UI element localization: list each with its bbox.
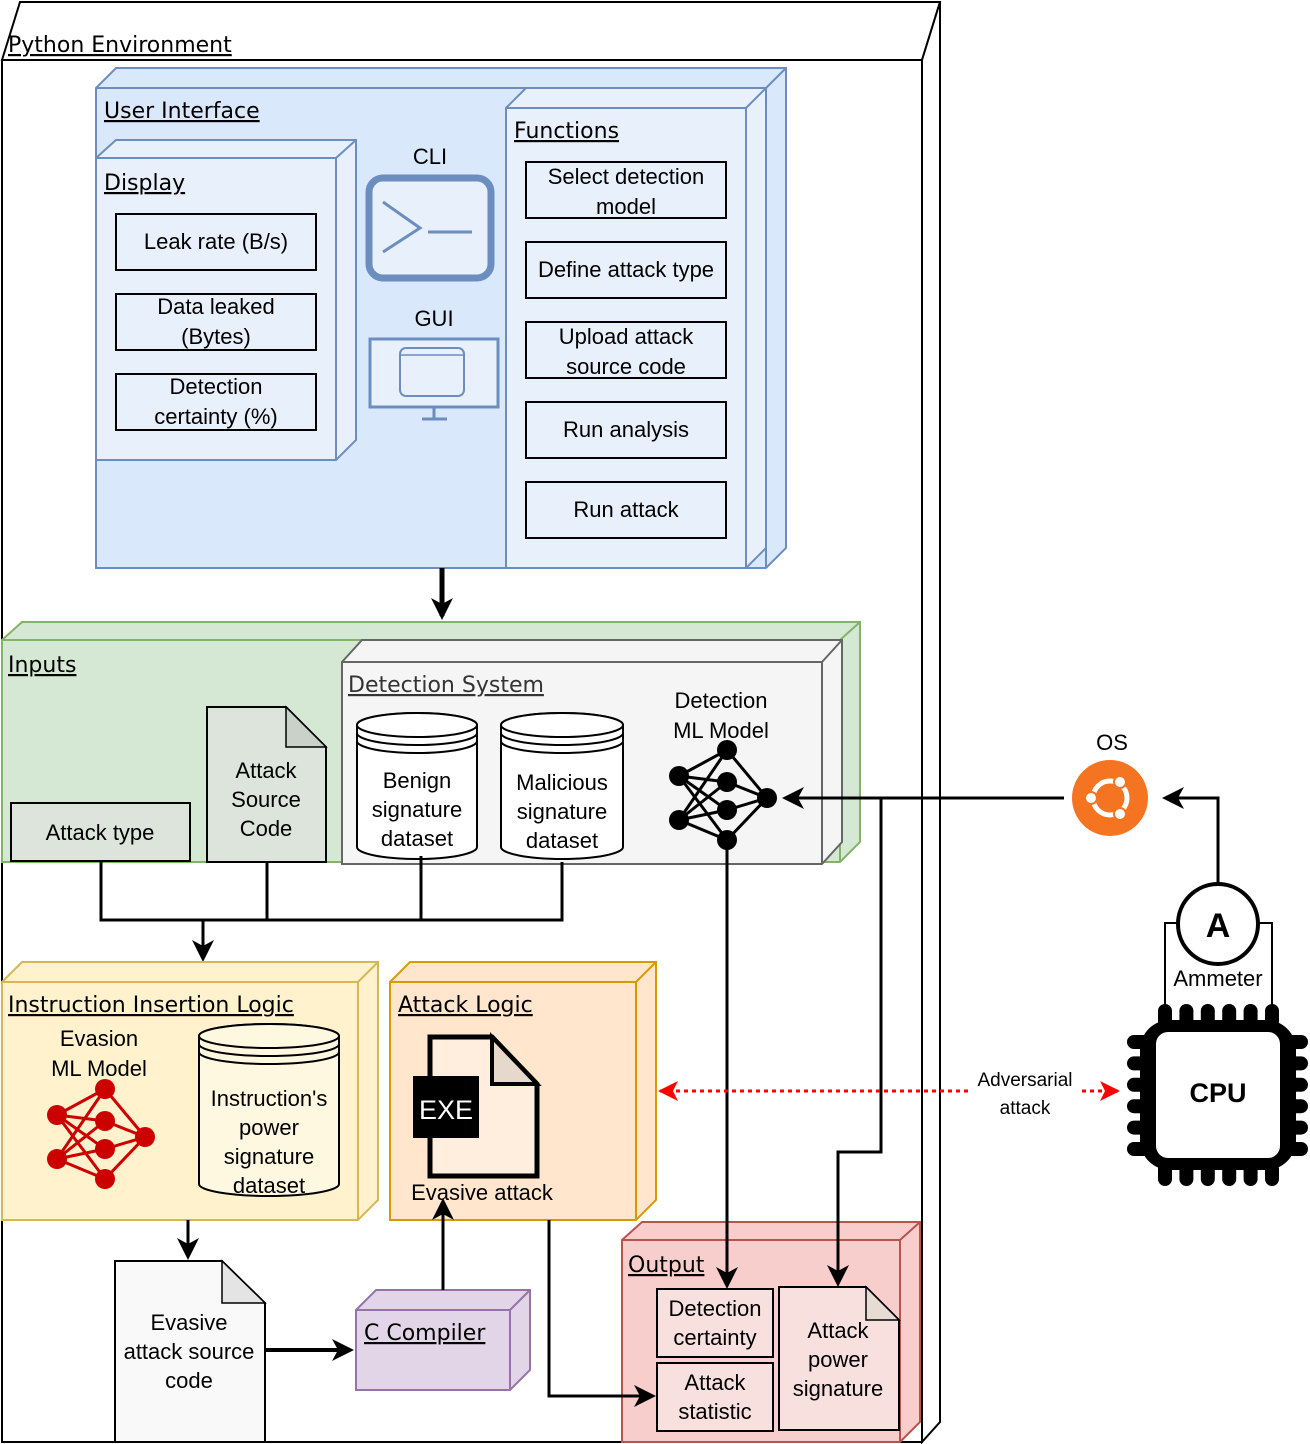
ubuntu-icon bbox=[1072, 760, 1148, 836]
malicious-dataset-cylinder: Malicious signature dataset bbox=[500, 712, 624, 860]
nn-node bbox=[95, 1139, 115, 1159]
cpu-chip-icon: CPU bbox=[1127, 1004, 1308, 1186]
ammeter-to-os-arrow bbox=[1162, 787, 1220, 890]
user-interface-title: User Interface bbox=[104, 99, 260, 124]
attack-source-code-file: Attack Source Code bbox=[206, 705, 328, 863]
cli-terminal-icon[interactable] bbox=[365, 174, 495, 282]
os-label: OS bbox=[1096, 730, 1128, 755]
gui-label: GUI bbox=[414, 306, 453, 331]
attack-statistic-output: Attack statistic bbox=[656, 1362, 774, 1432]
display-item: Data leaked (Bytes) bbox=[115, 293, 317, 351]
instruction-insertion-box: Instruction Insertion Logic Evasion ML Mo… bbox=[1, 961, 379, 1221]
function-button-label: Define attack type bbox=[538, 257, 714, 282]
nn-node bbox=[717, 740, 737, 760]
nn-node bbox=[47, 1149, 67, 1169]
instruction-power-dataset-cylinder: Instruction's power signature dataset bbox=[198, 1023, 340, 1198]
ammeter-label: Ammeter bbox=[1173, 966, 1262, 991]
inputs-title: Inputs bbox=[8, 653, 76, 678]
display-item-label: Leak rate (B/s) bbox=[144, 229, 288, 254]
display-item: Leak rate (B/s) bbox=[115, 213, 317, 271]
c-compiler-box[interactable]: C Compiler bbox=[355, 1289, 531, 1391]
cylinder-label: Benign signature dataset bbox=[372, 768, 463, 851]
gui-monitor-icon[interactable] bbox=[368, 337, 500, 421]
function-button[interactable]: Run attack bbox=[525, 481, 727, 539]
attack-logic-title: Attack Logic bbox=[398, 993, 533, 1018]
attack-logic-box: Attack Logic EXE Evasive attack bbox=[389, 961, 657, 1221]
attack-source-code-label: Attack Source Code bbox=[231, 758, 301, 841]
function-button[interactable]: Define attack type bbox=[525, 241, 727, 299]
nn-node bbox=[95, 1169, 115, 1189]
functions-panel: Functions Select detection model Define at… bbox=[505, 87, 767, 569]
function-button[interactable]: Select detection model bbox=[525, 161, 727, 219]
ammeter-icon: A Ammeter bbox=[1164, 882, 1273, 1005]
nn-node bbox=[669, 766, 689, 786]
attack-type-label: Attack type bbox=[46, 820, 155, 845]
output-box: Output Detection certainty Attack statisti… bbox=[621, 1221, 921, 1443]
evasive-attack-label: Evasive attack bbox=[411, 1180, 554, 1205]
functions-title: Functions bbox=[514, 119, 619, 144]
benign-dataset-cylinder: Benign signature dataset bbox=[356, 712, 478, 860]
output-title: Output bbox=[628, 1253, 705, 1278]
display-title: Display bbox=[104, 171, 185, 196]
function-button-label: Run analysis bbox=[563, 417, 689, 442]
c-compiler-title: C Compiler bbox=[364, 1321, 486, 1346]
cpu-label: CPU bbox=[1189, 1078, 1246, 1108]
nn-node bbox=[95, 1079, 115, 1099]
architecture-diagram: Python Environment User Interface Displa… bbox=[0, 1, 1308, 1444]
attack-type-box: Attack type bbox=[10, 802, 191, 862]
evasive-source-file: Evasive attack source code bbox=[114, 1259, 267, 1443]
user-interface-box: User Interface Display Leak rate (B/s) Da… bbox=[95, 67, 787, 569]
display-item: Detection certainty (%) bbox=[115, 373, 317, 431]
detection-system-title: Detection System bbox=[348, 673, 544, 698]
adversarial-attack-label: Adversarial attack bbox=[977, 1070, 1072, 1119]
python-environment-title: Python Environment bbox=[8, 33, 232, 58]
ammeter-symbol: A bbox=[1206, 907, 1231, 945]
instruction-insertion-title: Instruction Insertion Logic bbox=[8, 993, 294, 1018]
nn-node bbox=[95, 1111, 115, 1131]
function-button[interactable]: Run analysis bbox=[525, 401, 727, 459]
nn-node bbox=[717, 772, 737, 792]
attack-power-signature-file: Attack power signature bbox=[778, 1285, 901, 1431]
nn-node bbox=[757, 788, 777, 808]
detection-certainty-output: Detection certainty bbox=[656, 1288, 774, 1358]
cli-label: CLI bbox=[413, 144, 447, 169]
display-panel: Display Leak rate (B/s) Data leaked (Bytes… bbox=[95, 139, 357, 461]
nn-node bbox=[669, 810, 689, 830]
nn-node bbox=[135, 1127, 155, 1147]
nn-node bbox=[47, 1105, 67, 1125]
function-button-label: Run attack bbox=[573, 497, 679, 522]
exe-badge: EXE bbox=[419, 1095, 473, 1125]
function-button[interactable]: Upload attack source code bbox=[525, 321, 727, 379]
cylinder-label: Malicious signature dataset bbox=[516, 770, 608, 853]
detection-system-box: Detection System Benign signature dataset … bbox=[341, 639, 843, 865]
nn-node bbox=[717, 800, 737, 820]
